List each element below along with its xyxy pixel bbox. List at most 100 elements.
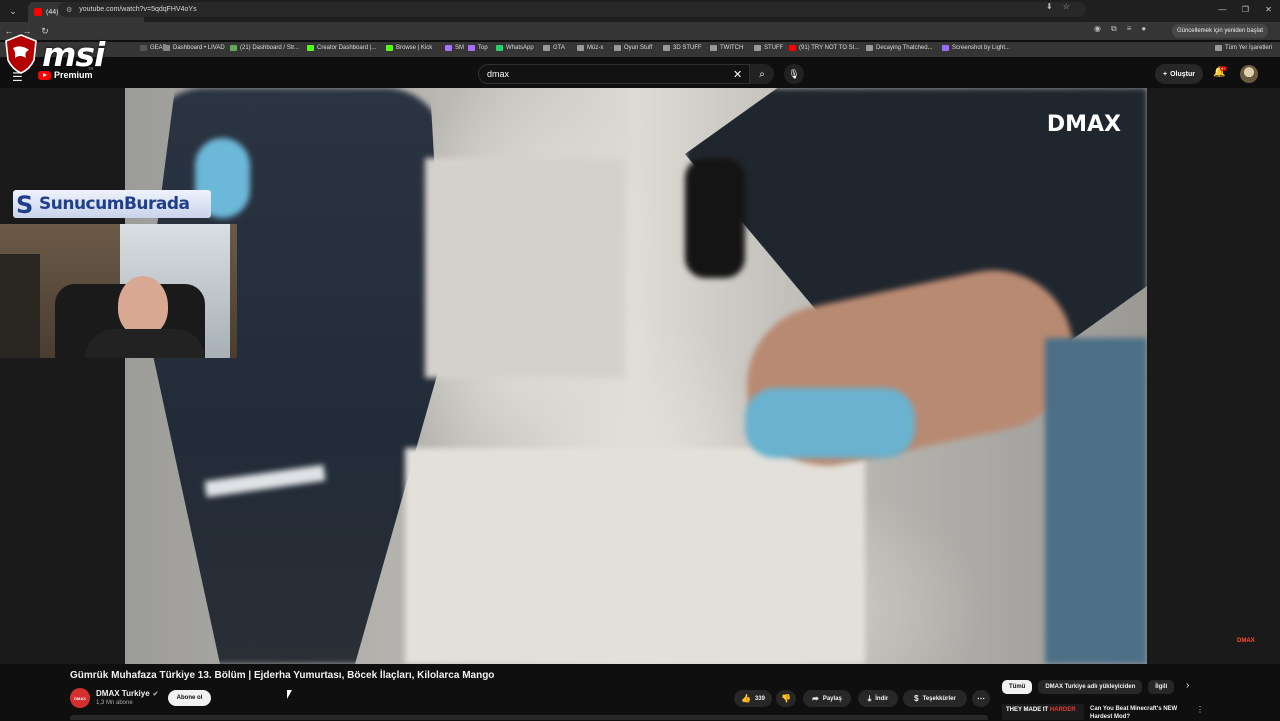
bookmark-label: (91) TRY NOT TO SI... — [799, 45, 860, 51]
chip-all[interactable]: Tümü — [1002, 680, 1033, 694]
profile-icon[interactable]: ● — [1141, 24, 1146, 34]
webcam-shelf — [0, 254, 40, 358]
create-button[interactable]: + Oluştur — [1155, 64, 1203, 84]
bookmark-item[interactable]: 3D STUFF — [663, 45, 702, 51]
webcam-body — [85, 329, 205, 358]
bookmark-favicon-icon — [942, 45, 949, 51]
bookmark-label: Browse | Kick — [396, 45, 433, 51]
bookmark-favicon-icon — [307, 45, 314, 51]
dmax-watermark: DMAX — [1046, 112, 1121, 137]
bookmark-item[interactable]: Decaying Thatched... — [866, 45, 933, 51]
download-button[interactable]: ⤓ İndir — [858, 690, 898, 707]
search-button[interactable]: ⌕ — [750, 64, 774, 84]
share-label: Paylaş — [822, 695, 842, 702]
channel-name[interactable]: DMAX Turkiye ✔ — [96, 689, 159, 698]
voice-search-button[interactable]: 🎙 — [784, 64, 804, 84]
video-frame-dark-glove — [685, 158, 745, 278]
address-bar[interactable]: ⚙ youtube.com/watch?v=5qdqFHV4oYs — [58, 2, 1086, 17]
bookmark-favicon-icon — [386, 45, 393, 51]
like-count: 339 — [754, 695, 765, 702]
dmax-mini-watermark: DMAX — [1237, 638, 1255, 644]
search-query: dmax — [487, 69, 510, 79]
sponsor-logo-icon: S — [16, 191, 33, 219]
search-input[interactable]: dmax — [478, 64, 750, 84]
clear-search-icon[interactable]: ✕ — [733, 68, 742, 81]
puzzle-icon[interactable]: ⧉ — [1111, 24, 1117, 34]
search-icon: ⌕ — [759, 68, 765, 80]
browser-toolbar: ← → ↻ — [0, 22, 1280, 40]
bookmark-item[interactable]: Müz-x — [577, 45, 603, 51]
more-vertical-icon[interactable]: ⋮ — [1196, 705, 1204, 714]
bookmark-item[interactable]: (91) TRY NOT TO SI... — [789, 45, 859, 51]
description-box[interactable] — [70, 715, 988, 720]
thumbs-up-icon: 👍 — [741, 694, 751, 703]
like-button[interactable]: 👍 339 — [734, 690, 772, 707]
mouse-cursor-icon — [287, 690, 292, 699]
bookmark-item[interactable]: SM — [445, 45, 464, 51]
media-icon[interactable]: ≡ — [1127, 24, 1132, 34]
chip-related[interactable]: İlgili — [1148, 680, 1175, 694]
all-bookmarks-folder[interactable]: Tüm Yer İşaretleri — [1215, 45, 1272, 51]
video-frame-box — [425, 158, 625, 378]
bookmark-label: STUFF — [764, 45, 784, 51]
site-info-icon[interactable]: ⚙ — [66, 6, 72, 14]
address-actions: ⬇ ☆ — [1046, 2, 1070, 11]
bookmark-item[interactable]: Top — [468, 45, 488, 51]
msi-wordmark: msi — [42, 34, 105, 74]
bookmark-label: Top — [478, 45, 488, 51]
channel-avatar[interactable]: DMAX — [70, 688, 90, 708]
install-icon[interactable]: ⬇ — [1046, 2, 1053, 11]
share-icon: ➦ — [812, 694, 819, 703]
msi-dragon-icon — [5, 34, 37, 74]
video-frame-figure — [145, 88, 445, 664]
bookmark-favicon-icon — [754, 45, 761, 51]
bookmark-favicon-icon — [663, 45, 670, 51]
video-player[interactable]: DMAX — [125, 88, 1147, 664]
bookmark-item[interactable]: Browse | Kick — [386, 45, 432, 51]
subscriber-count: 1,3 Mn abone — [96, 700, 133, 706]
bookmark-item[interactable]: Creator Dashboard |... — [307, 45, 376, 51]
account-avatar[interactable] — [1240, 65, 1258, 83]
restore-icon[interactable]: ❐ — [1234, 0, 1257, 22]
bookmark-label: SM — [455, 45, 464, 51]
share-button[interactable]: ➦ Paylaş — [803, 690, 851, 707]
bookmark-item[interactable]: (21) Dashboard / Str... — [230, 45, 299, 51]
thanks-button[interactable]: $ Teşekkürler — [903, 690, 967, 707]
bookmark-label: Müz-x — [587, 45, 604, 51]
bookmark-label: Creator Dashboard |... — [317, 45, 377, 51]
bookmark-star-icon[interactable]: ☆ — [1063, 2, 1070, 11]
bookmark-label: Dashboard • LIVAD — [173, 45, 225, 51]
bookmark-favicon-icon — [866, 45, 873, 51]
bookmark-item[interactable]: Screenshot by Light... — [942, 45, 1010, 51]
minimize-icon[interactable]: — — [1211, 0, 1234, 22]
rec-thumb-text: THEY MADE IT — [1006, 707, 1049, 713]
update-button[interactable]: Güncellemek için yeniden başlat — [1172, 24, 1268, 38]
close-window-icon[interactable]: ✕ — [1257, 0, 1280, 22]
tab-search-button[interactable]: ⌄ — [4, 2, 22, 20]
bookmark-item[interactable]: GTA — [543, 45, 565, 51]
bookmark-label: GTA — [553, 45, 565, 51]
dislike-button[interactable]: 👎 — [776, 690, 796, 707]
bookmark-item[interactable]: TWITCH — [710, 45, 743, 51]
subscribe-button[interactable]: Abone ol — [168, 690, 211, 706]
recommended-title[interactable]: Can You Beat Minecraft's NEW Hardest Mod… — [1090, 705, 1190, 721]
more-actions-button[interactable]: ⋯ — [972, 690, 990, 707]
bookmark-label: Screenshot by Light... — [952, 45, 1011, 51]
bookmark-item[interactable]: WhatsApp — [496, 45, 534, 51]
bookmark-item[interactable]: Oyun Stuff — [614, 45, 652, 51]
bookmark-item[interactable]: Dashboard • LIVAD — [163, 45, 225, 51]
sponsor-banner-text: SunucumBurada — [39, 194, 190, 214]
download-icon: ⤓ — [867, 693, 872, 703]
chevron-right-icon[interactable]: › — [1186, 680, 1189, 691]
bookmark-label: 3D STUFF — [673, 45, 702, 51]
more-horizontal-icon: ⋯ — [977, 694, 985, 703]
create-label: Oluştur — [1170, 70, 1195, 78]
extension-icon[interactable]: ◉ — [1094, 24, 1101, 34]
recommended-thumbnail[interactable]: THEY MADE IT HARDER — [1002, 704, 1084, 720]
thumbs-down-icon: 👎 — [781, 694, 791, 703]
bookmark-item[interactable]: STUFF — [754, 45, 783, 51]
chip-from-uploader[interactable]: DMAX Turkiye adlı yükleyiciden — [1038, 680, 1143, 694]
bookmark-favicon-icon — [789, 45, 796, 51]
bookmark-label: WhatsApp — [506, 45, 534, 51]
video-frame-crate — [405, 448, 865, 664]
